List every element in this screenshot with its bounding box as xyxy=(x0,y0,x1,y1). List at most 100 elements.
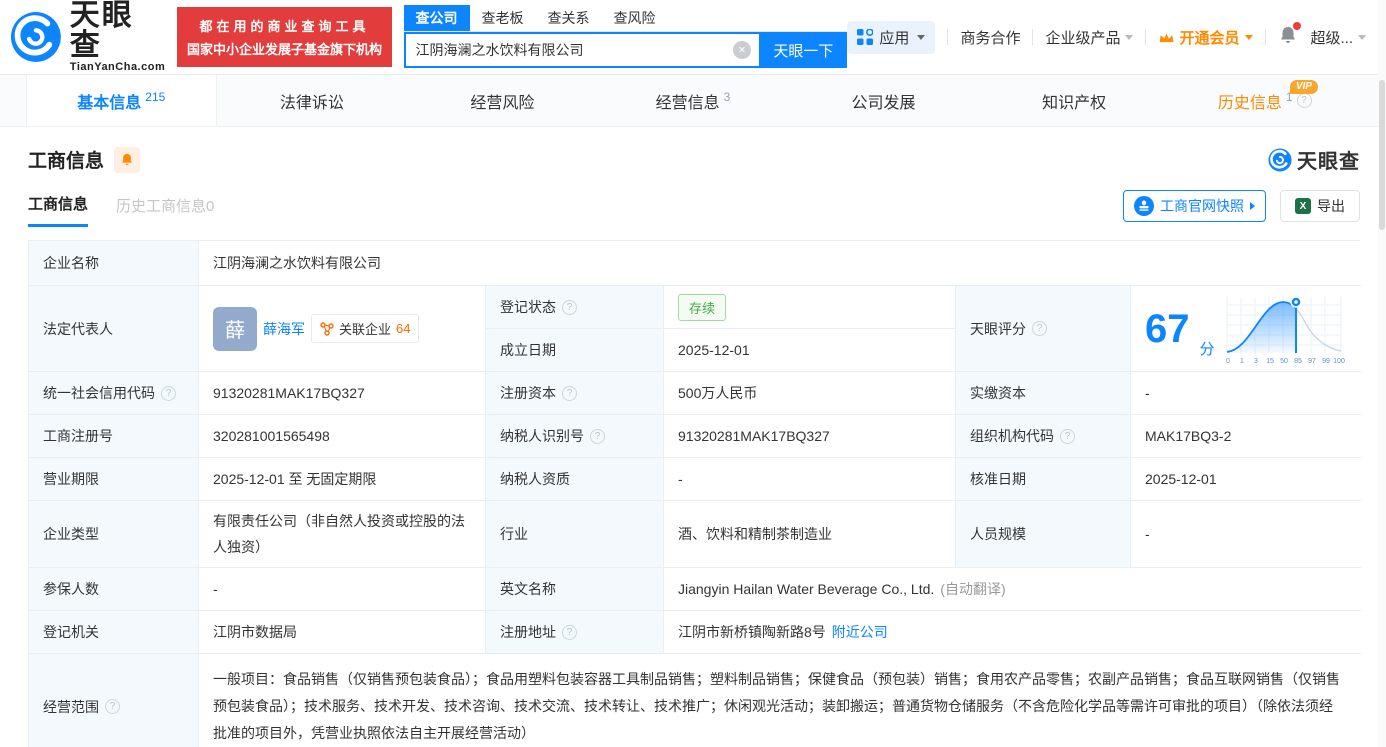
divider xyxy=(947,29,948,45)
related-label: 关联企业 xyxy=(339,319,391,338)
company-section-tabs: 基本信息 215 法律诉讼 经营风险 经营信息 3 公司发展 知识产权 VIP … xyxy=(0,75,1386,127)
subtab-business-info[interactable]: 工商信息 xyxy=(28,193,88,227)
tianyancha-watermark: 天眼查 xyxy=(1268,145,1360,174)
tab-count: 3 xyxy=(724,90,731,104)
search-tabs: 查公司 查老板 查关系 查风险 xyxy=(404,6,848,32)
apps-menu[interactable]: 应用 xyxy=(847,21,935,54)
logo-subtitle: TianYanCha.com xyxy=(70,61,166,73)
network-icon xyxy=(320,322,334,336)
help-icon[interactable] xyxy=(105,699,120,714)
avatar[interactable]: 薛 xyxy=(213,307,257,351)
help-icon[interactable] xyxy=(562,625,577,640)
label-text: 纳税人识别号 xyxy=(500,426,584,446)
legal-rep-link[interactable]: 薛海军 xyxy=(263,319,305,339)
tab-legal-proceedings[interactable]: 法律诉讼 xyxy=(217,75,408,126)
search-button[interactable]: 天眼一下 xyxy=(759,32,847,68)
search-tab-relation[interactable]: 查关系 xyxy=(536,5,602,31)
tab-intellectual-property[interactable]: 知识产权 xyxy=(979,75,1170,126)
reg-authority-label: 登记机关 xyxy=(29,611,199,654)
divider xyxy=(1265,29,1266,45)
score-distribution-chart: 0 1 3 15 50 85 97 99 100 xyxy=(1225,293,1347,365)
reg-number-label: 工商注册号 xyxy=(29,415,199,458)
tab-operation-risk[interactable]: 经营风险 xyxy=(407,75,598,126)
label-text: 注册资本 xyxy=(500,383,556,403)
svg-text:50: 50 xyxy=(1280,358,1288,365)
taxpayer-id-value: 91320281MAK17BQ327 xyxy=(664,415,956,458)
svg-text:0: 0 xyxy=(1226,358,1230,365)
search-tab-company[interactable]: 查公司 xyxy=(404,5,470,31)
tab-basic-info[interactable]: 基本信息 215 xyxy=(26,75,217,126)
notifications-bell[interactable] xyxy=(1278,25,1298,49)
industry-value: 酒、饮料和精制茶制造业 xyxy=(664,501,956,568)
help-icon[interactable] xyxy=(1032,321,1047,336)
svg-text:100: 100 xyxy=(1333,358,1345,365)
reg-address-value: 江阴市新桥镇陶新路8号 xyxy=(678,622,826,642)
business-info-table: 企业名称 江阴海澜之水饮料有限公司 法定代表人 薛 薛海军 关联企业 64 登记… xyxy=(28,240,1360,747)
svg-text:1: 1 xyxy=(1240,358,1244,365)
help-icon[interactable] xyxy=(161,386,176,401)
monitor-bell-button[interactable] xyxy=(114,147,140,173)
nav-enterprise-product[interactable]: 企业级产品 xyxy=(1045,27,1133,48)
paid-capital-label: 实缴资本 xyxy=(956,372,1131,415)
chevron-right-icon xyxy=(1250,202,1255,210)
scrollbar[interactable] xyxy=(1378,0,1386,747)
search-area: 查公司 查老板 查关系 查风险 天眼一下 xyxy=(404,6,848,68)
help-icon[interactable] xyxy=(590,429,605,444)
nav-cooperation[interactable]: 商务合作 xyxy=(960,27,1020,48)
help-icon[interactable] xyxy=(562,300,577,315)
vip-badge: VIP xyxy=(1290,80,1318,94)
tab-label: 历史信息 xyxy=(1218,89,1282,113)
score-value: 67 xyxy=(1145,309,1190,349)
legal-rep-label: 法定代表人 xyxy=(29,286,199,372)
related-count: 64 xyxy=(396,321,410,336)
help-icon[interactable] xyxy=(1297,93,1312,108)
reg-address-label: 注册地址 xyxy=(486,611,664,654)
reg-address-cell: 江阴市新桥镇陶新路8号 附近公司 xyxy=(664,611,1361,654)
svg-text:15: 15 xyxy=(1266,358,1274,365)
paid-capital-value: - xyxy=(1131,372,1361,415)
approved-date-value: 2025-12-01 xyxy=(1131,458,1361,501)
subtab-history-business-info[interactable]: 历史工商信息0 xyxy=(116,195,214,226)
related-companies-badge[interactable]: 关联企业 64 xyxy=(311,314,419,343)
top-nav: 应用 商务合作 企业级产品 开通会员 超级... xyxy=(847,21,1366,54)
clear-icon[interactable] xyxy=(733,41,751,59)
watermark-label: 天眼查 xyxy=(1297,145,1360,174)
business-term-value: 2025-12-01 至 无固定期限 xyxy=(199,458,486,501)
search-input[interactable] xyxy=(406,42,734,58)
open-vip-button[interactable]: 开通会员 xyxy=(1158,27,1253,48)
business-scope-value: 一般项目：食品销售（仅销售预包装食品）；食品用塑料包装容器工具制品销售；塑料制品… xyxy=(199,654,1361,747)
score-unit: 分 xyxy=(1200,338,1215,359)
reg-status-cell: 存续 xyxy=(664,286,956,329)
svg-text:99: 99 xyxy=(1322,358,1330,365)
status-badge: 存续 xyxy=(678,294,726,321)
scrollbar-thumb[interactable] xyxy=(1379,80,1385,230)
apps-label: 应用 xyxy=(879,27,909,48)
tab-company-development[interactable]: 公司发展 xyxy=(788,75,979,126)
label-text: 统一社会信用代码 xyxy=(43,383,155,403)
grid-icon xyxy=(857,29,873,45)
excel-icon xyxy=(1295,198,1311,214)
official-snapshot-button[interactable]: 工商官网快照 xyxy=(1123,190,1266,222)
help-icon[interactable] xyxy=(1060,429,1075,444)
tab-operation-info[interactable]: 经营信息 3 xyxy=(598,75,789,126)
company-type-value: 有限责任公司（非自然人投资或控股的法人独资） xyxy=(199,501,486,568)
chevron-down-icon xyxy=(1245,35,1253,40)
nearby-companies-link[interactable]: 附近公司 xyxy=(832,622,888,642)
search-tab-boss[interactable]: 查老板 xyxy=(470,5,536,31)
tianyancha-logo-icon xyxy=(1268,148,1292,172)
help-icon[interactable] xyxy=(562,386,577,401)
staff-size-label: 人员规模 xyxy=(956,501,1131,568)
tab-history-info[interactable]: VIP 历史信息 1 xyxy=(1169,75,1360,126)
auto-translate-note: (自动翻译) xyxy=(940,579,1005,599)
export-button[interactable]: 导出 xyxy=(1280,190,1360,222)
nav-super-vip[interactable]: 超级... xyxy=(1310,27,1366,48)
tab-label: 基本信息 xyxy=(77,89,141,113)
company-name-value: 江阴海澜之水饮料有限公司 xyxy=(199,241,1361,286)
crown-icon xyxy=(1158,30,1175,45)
search-tab-risk[interactable]: 查风险 xyxy=(602,5,668,31)
label-text: 天眼评分 xyxy=(970,319,1026,339)
tab-count: 215 xyxy=(145,90,165,104)
score-cell[interactable]: 67 分 xyxy=(1131,286,1361,372)
reg-status-label: 登记状态 xyxy=(486,286,664,329)
tianyancha-logo[interactable]: 天眼查 TianYanCha.com xyxy=(10,1,165,73)
